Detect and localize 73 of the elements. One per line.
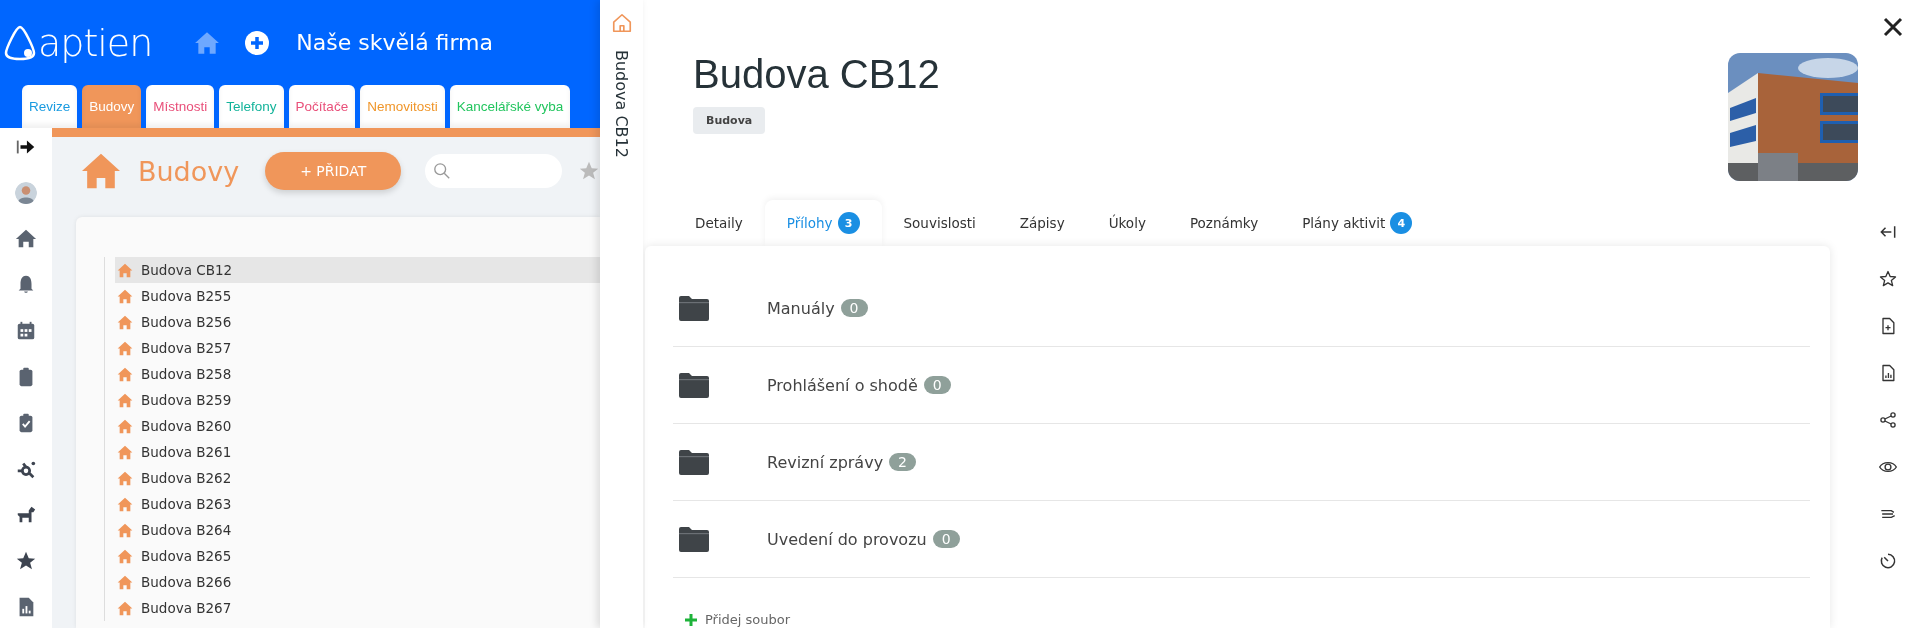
- count-badge: 2: [889, 453, 917, 471]
- building-item[interactable]: Budova B264: [115, 517, 600, 543]
- building-item[interactable]: Budova B263: [115, 491, 600, 517]
- company-name: Naše skvělá firma: [296, 30, 494, 55]
- search-icon: [433, 162, 452, 180]
- house-icon: [117, 548, 133, 564]
- building-item[interactable]: Budova B265: [115, 543, 600, 569]
- calendar-icon[interactable]: [15, 320, 37, 342]
- count-badge: 4: [1390, 212, 1413, 234]
- detail-tab[interactable]: Plány aktivit 4: [1280, 200, 1435, 246]
- building-item[interactable]: Budova B266: [115, 569, 600, 595]
- count-badge: 0: [923, 376, 951, 394]
- house-icon: [117, 262, 133, 278]
- house-icon: [117, 574, 133, 590]
- house-icon: [117, 496, 133, 512]
- house-icon: [117, 418, 133, 434]
- add-icon[interactable]: [244, 29, 271, 56]
- page-title: Budovy: [137, 155, 240, 187]
- module-tab[interactable]: Počítače: [288, 85, 356, 128]
- building-item[interactable]: Budova B262: [115, 465, 600, 491]
- share-icon[interactable]: [1878, 410, 1898, 430]
- detail-tab[interactable]: Úkoly: [1086, 200, 1168, 246]
- building-item[interactable]: Budova B259: [115, 387, 600, 413]
- folder-icon: [679, 526, 709, 552]
- house-icon: [117, 366, 133, 382]
- logo-text: aptien: [38, 20, 153, 65]
- star-icon[interactable]: [15, 550, 37, 572]
- house-icon: [117, 470, 133, 486]
- folder-name[interactable]: Prohlášení o shodě: [767, 375, 918, 395]
- add-file-link[interactable]: Přidej soubor: [685, 612, 791, 627]
- house-icon: [117, 340, 133, 356]
- detail-tab[interactable]: Poznámky: [1167, 200, 1281, 246]
- folder-name[interactable]: Uvedení do provozu: [767, 529, 927, 549]
- home-icon[interactable]: [15, 228, 37, 250]
- detail-tab[interactable]: Přílohy 3: [764, 200, 882, 246]
- folder-icon: [679, 372, 709, 398]
- building-item[interactable]: Budova CB12: [115, 257, 600, 283]
- close-button[interactable]: [1882, 16, 1904, 38]
- vertical-title: Budova CB12: [612, 50, 631, 158]
- timer-icon[interactable]: [1878, 551, 1898, 571]
- detail-tab[interactable]: Detaily: [673, 200, 765, 246]
- star-outline-icon[interactable]: [1878, 269, 1898, 289]
- house-icon: [80, 152, 122, 190]
- search-field[interactable]: [425, 154, 562, 188]
- folder-icon: [679, 295, 709, 321]
- building-item[interactable]: Budova B256: [115, 309, 600, 335]
- count-badge: 0: [840, 299, 868, 317]
- folder-icon: [679, 449, 709, 475]
- plus-icon: [685, 613, 697, 626]
- folder-name[interactable]: Manuály: [767, 298, 835, 318]
- building-item[interactable]: Budova B257: [115, 335, 600, 361]
- house-icon: [117, 314, 133, 330]
- building-item[interactable]: Budova B261: [115, 439, 600, 465]
- house-icon: [117, 288, 133, 304]
- detail-tab[interactable]: Souvislosti: [881, 200, 998, 246]
- star-icon[interactable]: [578, 160, 600, 182]
- house-icon: [117, 392, 133, 408]
- type-tag: Budova: [693, 107, 766, 134]
- building-item[interactable]: Budova B267: [115, 595, 600, 621]
- building-item[interactable]: Budova B258: [115, 361, 600, 387]
- logo-icon: [4, 24, 36, 61]
- avatar[interactable]: [15, 182, 37, 204]
- house-icon: [117, 522, 133, 538]
- building-item[interactable]: Budova B255: [115, 283, 600, 309]
- record-title: Budova CB12: [693, 52, 941, 97]
- count-badge: 0: [932, 530, 960, 548]
- house-icon: [117, 600, 133, 616]
- module-tab[interactable]: Místnosti: [146, 85, 215, 128]
- house-icon: [117, 444, 133, 460]
- detail-tab[interactable]: Zápisy: [997, 200, 1087, 246]
- count-badge: 3: [837, 212, 860, 234]
- building-item[interactable]: Budova B260: [115, 413, 600, 439]
- folder-name[interactable]: Revizní zprávy: [767, 452, 884, 472]
